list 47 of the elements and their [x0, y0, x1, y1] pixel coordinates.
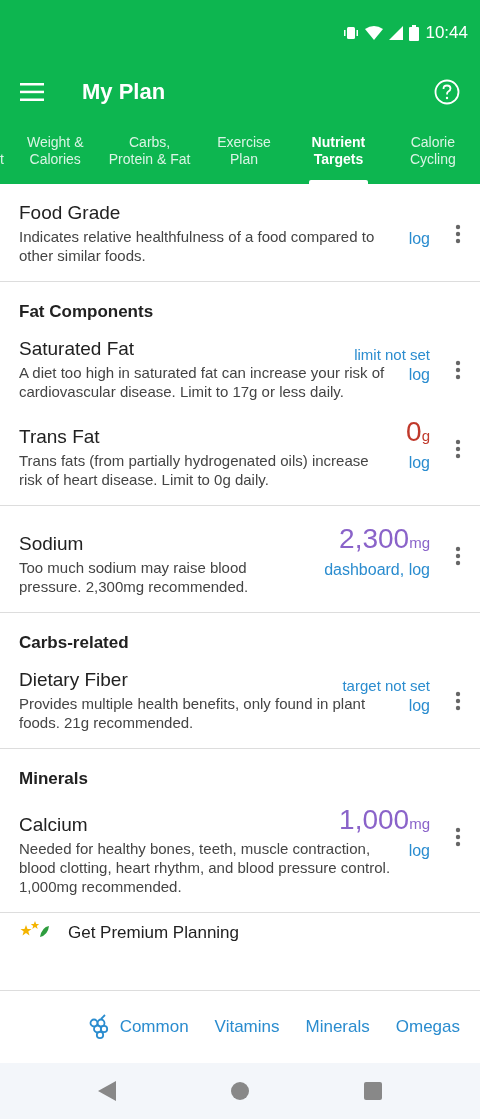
target-status-link[interactable]: limit not set: [354, 346, 430, 363]
clock: 10:44: [425, 23, 468, 43]
target-value: 2,300mg: [339, 524, 430, 556]
wifi-icon: [365, 26, 384, 40]
nutrient-description: A diet too high in saturated fat can increase your risk of cardiovascular disease. Limit to 17g or less daily.: [19, 363, 386, 401]
nutrient-group-tab[interactable]: Common: [87, 1014, 189, 1040]
nutrient-name: Dietary Fiber: [19, 669, 128, 691]
tab[interactable]: Calorie Cycling: [385, 118, 480, 184]
nutrient-description: Trans fats (from partially hydrogenated oils) increase risk of heart disease. Limit to 0g daily.: [19, 451, 370, 489]
log-link[interactable]: log: [408, 454, 430, 472]
nutrient-name: Calcium: [19, 814, 88, 836]
section-heading: Minerals: [18, 768, 89, 790]
back-icon[interactable]: [98, 1081, 116, 1101]
nutrient-name: Sodium: [19, 533, 84, 555]
screen-title: My Plan: [82, 79, 167, 105]
target-value: 0g: [406, 417, 430, 449]
log-link[interactable]: dashboard, log: [324, 561, 430, 579]
log-link[interactable]: log: [408, 697, 430, 715]
log-link[interactable]: log: [408, 842, 430, 860]
tab[interactable]: t: [0, 134, 8, 168]
help-icon[interactable]: [434, 79, 460, 105]
log-link[interactable]: log: [408, 230, 430, 248]
nutrient-group-tab[interactable]: Vitamins: [214, 1017, 280, 1037]
tab[interactable]: Carbs, Protein & Fat: [102, 118, 197, 184]
menu-icon[interactable]: [20, 83, 44, 101]
nutrient-description: Needed for healthy bones, teeth, muscle contraction, blood clotting, heart rhythm, and blood pressure control. 1,000mg recommended.: [19, 839, 392, 896]
nutrient-group-tab[interactable]: Omegas: [395, 1017, 460, 1037]
battery-icon: [409, 25, 420, 41]
nutrient-name: Food Grade: [19, 202, 121, 224]
tab[interactable]: Weight & Calories: [8, 118, 103, 184]
vibrate-icon: [343, 26, 360, 40]
tab[interactable]: Exercise Plan: [196, 118, 292, 184]
home-icon[interactable]: [231, 1082, 249, 1100]
log-link[interactable]: log: [408, 366, 430, 384]
nutrient-description: Too much sodium may raise blood pressure. 2,300mg recommended.: [19, 558, 250, 596]
signal-icon: [389, 26, 404, 40]
target-value: 1,000mg: [339, 805, 430, 837]
nutrient-name: Saturated Fat: [19, 338, 135, 360]
nutrient-description: Indicates relative healthfulness of a food compared to other similar foods.: [19, 227, 376, 265]
section-heading: Fat Components: [18, 301, 155, 323]
nutrient-description: Provides multiple health benefits, only found in plant foods. 21g recommended.: [19, 694, 367, 732]
premium-link[interactable]: Get Premium Planning: [68, 923, 240, 943]
target-status-link[interactable]: target not set: [342, 677, 430, 694]
section-heading: Carbs-related: [18, 632, 130, 654]
nutrient-group-tab[interactable]: Minerals: [305, 1017, 370, 1037]
tab[interactable]: Nutrient Targets: [291, 118, 386, 184]
nutrient-name: Trans Fat: [19, 426, 100, 448]
